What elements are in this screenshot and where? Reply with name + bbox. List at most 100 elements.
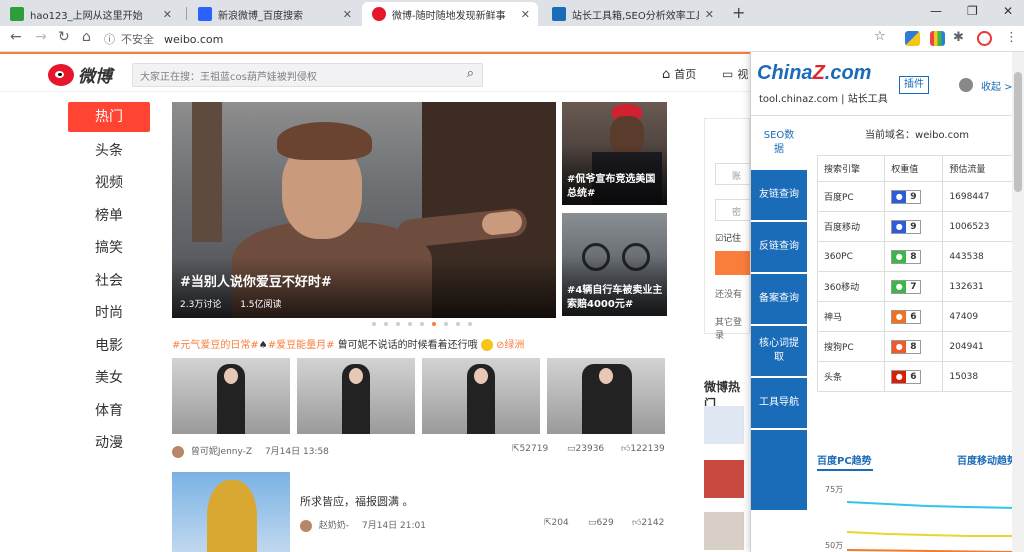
hero-title[interactable]: #当别人说你爱豆不好时# bbox=[180, 271, 332, 290]
left-nav-headlines[interactable]: 头条 bbox=[68, 135, 150, 168]
left-nav-fashion[interactable]: 时尚 bbox=[68, 297, 150, 330]
post-photo[interactable] bbox=[172, 472, 290, 552]
remember-checkbox[interactable]: ☑记住 bbox=[715, 231, 741, 244]
side-news-2[interactable]: #4辆自行车被卖业主索赔4000元# bbox=[562, 213, 667, 316]
new-tab-button[interactable]: + bbox=[732, 3, 745, 22]
hot-thumb[interactable] bbox=[704, 406, 744, 444]
close-icon[interactable]: ✕ bbox=[163, 8, 172, 21]
collapse-button[interactable]: 收起 > bbox=[981, 78, 1013, 93]
left-nav-rank[interactable]: 榜单 bbox=[68, 200, 150, 233]
login-button[interactable] bbox=[715, 251, 755, 275]
close-window-icon[interactable]: ✕ bbox=[1003, 4, 1013, 18]
weight-badge[interactable]: ● 6 bbox=[891, 309, 922, 324]
menu-tools-nav[interactable]: 工具导航 bbox=[751, 378, 807, 428]
topic-tag-2[interactable]: #爱豆能量月# bbox=[268, 340, 335, 351]
restore-icon[interactable]: ❐ bbox=[967, 4, 978, 18]
hot-thumb[interactable] bbox=[704, 460, 744, 498]
menu-icon[interactable]: ⋮ bbox=[1005, 30, 1018, 45]
side-news-1[interactable]: #侃爷宣布竞选美国总统# bbox=[562, 102, 667, 205]
url-text[interactable]: weibo.com bbox=[164, 33, 223, 46]
avatar[interactable] bbox=[300, 519, 312, 532]
reload-icon[interactable]: ↻ bbox=[58, 29, 70, 45]
weight-badge[interactable]: ● 6 bbox=[891, 369, 922, 384]
weight-badge[interactable]: ● 9 bbox=[891, 189, 922, 204]
forward-icon[interactable]: → bbox=[35, 29, 47, 45]
like-stat[interactable]: 👍︎ 2142 bbox=[632, 518, 664, 528]
comment-stat[interactable]: ▭ 629 bbox=[588, 518, 614, 528]
post-photo[interactable] bbox=[422, 358, 540, 434]
account-field[interactable]: 账 bbox=[715, 163, 755, 185]
extension-icon[interactable] bbox=[905, 31, 920, 46]
weight-badge[interactable]: ● 7 bbox=[891, 279, 922, 294]
left-nav-anime[interactable]: 动漫 bbox=[68, 427, 150, 460]
address-bar[interactable]: ⓘ 不安全 weibo.com bbox=[104, 28, 874, 50]
post-user[interactable]: 赵奶奶- bbox=[319, 521, 349, 531]
weight-badge[interactable]: ● 8 bbox=[891, 339, 922, 354]
bookmark-star-icon[interactable]: ☆ bbox=[874, 29, 886, 44]
nav-video[interactable]: ▭ 视 bbox=[722, 66, 748, 82]
panel-scrollbar[interactable] bbox=[1012, 52, 1024, 552]
left-nav-beauty[interactable]: 美女 bbox=[68, 362, 150, 395]
menu-keywords[interactable]: 核心词提取 bbox=[751, 326, 807, 376]
side-news-2-title[interactable]: #4辆自行车被卖业主索赔4000元# bbox=[567, 284, 663, 312]
weight-cell[interactable]: ● 6 bbox=[884, 361, 944, 392]
side-news-1-title[interactable]: #侃爷宣布竞选美国总统# bbox=[567, 173, 663, 201]
weight-cell[interactable]: ● 8 bbox=[884, 241, 944, 272]
close-icon[interactable]: ✕ bbox=[521, 8, 530, 21]
search-input[interactable]: 大家正在搜：王祖蓝cos葫芦娃被判侵权 ⌕ bbox=[132, 63, 483, 87]
menu-seo-data[interactable]: SEO数据 bbox=[751, 118, 807, 168]
weight-cell[interactable]: ● 9 bbox=[884, 181, 944, 212]
close-icon[interactable]: ✕ bbox=[705, 8, 714, 21]
post-photo[interactable] bbox=[547, 358, 665, 434]
carousel-dots[interactable] bbox=[372, 322, 480, 326]
left-nav-funny[interactable]: 搞笑 bbox=[68, 232, 150, 265]
left-nav-movie[interactable]: 电影 bbox=[68, 330, 150, 363]
menu-icp[interactable]: 备案查询 bbox=[751, 274, 807, 324]
weight-badge[interactable]: ● 8 bbox=[891, 249, 922, 264]
close-icon[interactable]: ✕ bbox=[343, 8, 352, 21]
register-hint[interactable]: 还没有 bbox=[715, 287, 742, 300]
trend-tab-baidu-mobile[interactable]: 百度移动趋势 bbox=[957, 452, 1017, 467]
search-icon[interactable]: ⌕ bbox=[467, 66, 474, 81]
repost-stat[interactable]: ⇱ 204 bbox=[544, 518, 569, 528]
weight-cell[interactable]: ● 7 bbox=[884, 271, 944, 302]
location-link[interactable]: ⊘绿洲 bbox=[496, 340, 524, 351]
weight-badge[interactable]: ● 9 bbox=[891, 219, 922, 234]
repost-stat[interactable]: ⇱ 52719 bbox=[512, 444, 548, 454]
like-stat[interactable]: 👍︎ 122139 bbox=[621, 444, 665, 454]
plugin-button[interactable]: 插件 bbox=[899, 76, 929, 94]
topic-tag-1[interactable]: #元气爱豆的日常# bbox=[172, 340, 259, 351]
post-photo[interactable] bbox=[172, 358, 290, 434]
hot-thumb[interactable] bbox=[704, 512, 744, 550]
menu-backlinks[interactable]: 反链查询 bbox=[751, 222, 807, 272]
post-user[interactable]: 曾可妮Jenny-Z bbox=[191, 447, 252, 457]
weibo-logo[interactable]: 微博 bbox=[48, 62, 112, 87]
user-icon[interactable] bbox=[959, 78, 973, 92]
puzzle-icon[interactable]: ✱ bbox=[953, 30, 964, 45]
left-nav-hot[interactable]: 热门 bbox=[68, 102, 150, 132]
weight-cell[interactable]: ● 6 bbox=[884, 301, 944, 332]
extension-color-icon[interactable] bbox=[930, 31, 945, 46]
post-photo[interactable] bbox=[297, 358, 415, 434]
weight-cell[interactable]: ● 8 bbox=[884, 331, 944, 362]
back-icon[interactable]: ← bbox=[10, 29, 22, 45]
hero-carousel-image[interactable]: #当别人说你爱豆不好时# 2.3万讨论 1.5亿阅读 bbox=[172, 102, 556, 318]
chinaz-logo[interactable]: ChinaZ.com bbox=[757, 62, 871, 85]
weight-cell[interactable]: ● 9 bbox=[884, 211, 944, 242]
other-login[interactable]: 其它登录 bbox=[715, 315, 749, 341]
home-icon[interactable]: ⌂ bbox=[82, 29, 91, 45]
comment-stat[interactable]: ▭ 23936 bbox=[567, 444, 604, 454]
minimize-icon[interactable]: — bbox=[930, 4, 942, 18]
nav-home[interactable]: ⌂ 首页 bbox=[662, 66, 696, 82]
menu-friend-links[interactable]: 友链查询 bbox=[751, 170, 807, 220]
tab-chinaz[interactable]: 站长工具箱,SEO分析效率工具 - ✕ bbox=[542, 2, 722, 26]
left-nav-video[interactable]: 视频 bbox=[68, 167, 150, 200]
info-icon[interactable]: ⓘ bbox=[104, 31, 115, 47]
profile-icon[interactable] bbox=[977, 31, 992, 46]
tab-baidu[interactable]: 新浪微博_百度搜索 ✕ bbox=[188, 2, 360, 26]
trend-tab-baidu-pc[interactable]: 百度PC趋势 bbox=[817, 452, 872, 467]
tab-hao123[interactable]: hao123_上网从这里开始 ✕ bbox=[0, 2, 180, 26]
avatar[interactable] bbox=[172, 445, 184, 458]
left-nav-society[interactable]: 社会 bbox=[68, 265, 150, 298]
tab-weibo[interactable]: 微博-随时随地发现新鲜事 ✕ bbox=[362, 2, 538, 26]
